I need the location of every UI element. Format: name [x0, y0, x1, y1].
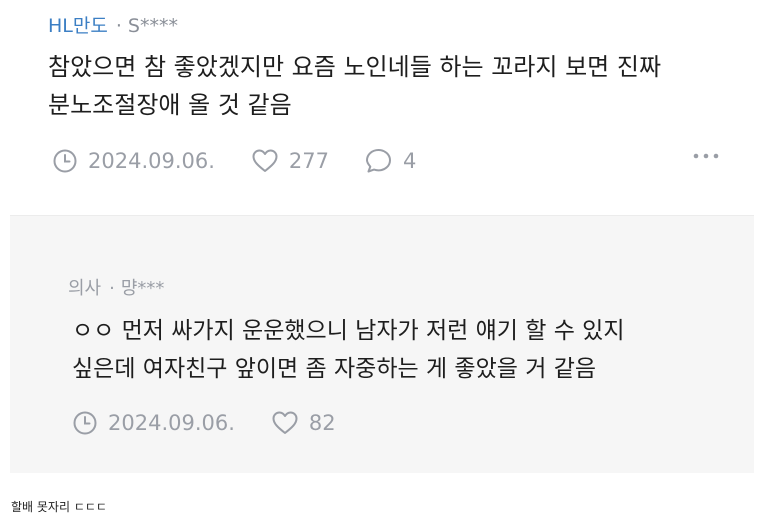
heart-icon — [251, 148, 279, 174]
reply-card: 의사 · 먕*** ㅇㅇ 먼저 싸가지 운운했으니 남자가 저런 얘기 할 수 있지… — [10, 215, 754, 473]
reply-like-count: 82 — [308, 411, 336, 435]
comment-author-link[interactable]: HL만도 — [48, 15, 108, 37]
clock-icon — [72, 410, 98, 436]
comment-date: 2024.09.06. — [52, 148, 215, 174]
reply-text-line: 싶은데 여자친구 앞이면 좀 자중하는 게 좋았을 거 같음 — [72, 356, 597, 382]
comment-text-line: 분노조절장애 올 것 같음 — [48, 91, 292, 119]
reply-footer: 2024.09.06. 82 — [72, 407, 336, 439]
heart-icon — [271, 410, 299, 436]
reply-text: ㅇㅇ 먼저 싸가지 운운했으니 남자가 저런 얘기 할 수 있지 싶은데 여자친… — [72, 312, 732, 388]
reply-meta: 의사 · 먕*** — [68, 274, 164, 300]
comment-reply-button[interactable]: 4 — [365, 147, 416, 175]
comment-meta: HL만도 · S**** — [48, 11, 178, 38]
more-dots-icon — [693, 151, 719, 161]
caption-text: 할배 못자리 ㄷㄷㄷ — [11, 500, 107, 514]
comment-user-id: S**** — [127, 15, 178, 37]
reply-author-link[interactable]: 의사 — [68, 278, 101, 299]
comment-card: HL만도 · S**** 참았으면 참 좋았겠지만 요즘 노인네들 하는 꼬라지 보… — [0, 0, 779, 198]
more-options-button[interactable] — [693, 151, 719, 161]
comment-text-line: 참았으면 참 좋았겠지만 요즘 노인네들 하는 꼬라지 보면 진짜 — [48, 53, 662, 81]
clock-icon — [52, 148, 78, 174]
reply-user-id: 먕*** — [120, 278, 165, 299]
reply-date-text: 2024.09.06. — [108, 411, 235, 435]
reply-like-button[interactable]: 82 — [271, 410, 336, 436]
comment-like-button[interactable]: 277 — [251, 148, 329, 174]
comment-text: 참았으면 참 좋았겠지만 요즘 노인네들 하는 꼬라지 보면 진짜 분노조절장애… — [48, 48, 748, 124]
comment-like-count: 277 — [288, 149, 330, 173]
reply-text-line: ㅇㅇ 먼저 싸가지 운운했으니 남자가 저런 얘기 할 수 있지 — [72, 318, 625, 344]
speech-bubble-icon — [365, 147, 393, 175]
comment-date-text: 2024.09.06. — [88, 149, 215, 173]
meta-separator: · — [109, 278, 115, 299]
comment-reply-count: 4 — [403, 149, 417, 173]
meta-separator: · — [115, 15, 122, 37]
reply-date: 2024.09.06. — [72, 410, 235, 436]
comment-footer: 2024.09.06. 277 4 — [52, 145, 719, 177]
